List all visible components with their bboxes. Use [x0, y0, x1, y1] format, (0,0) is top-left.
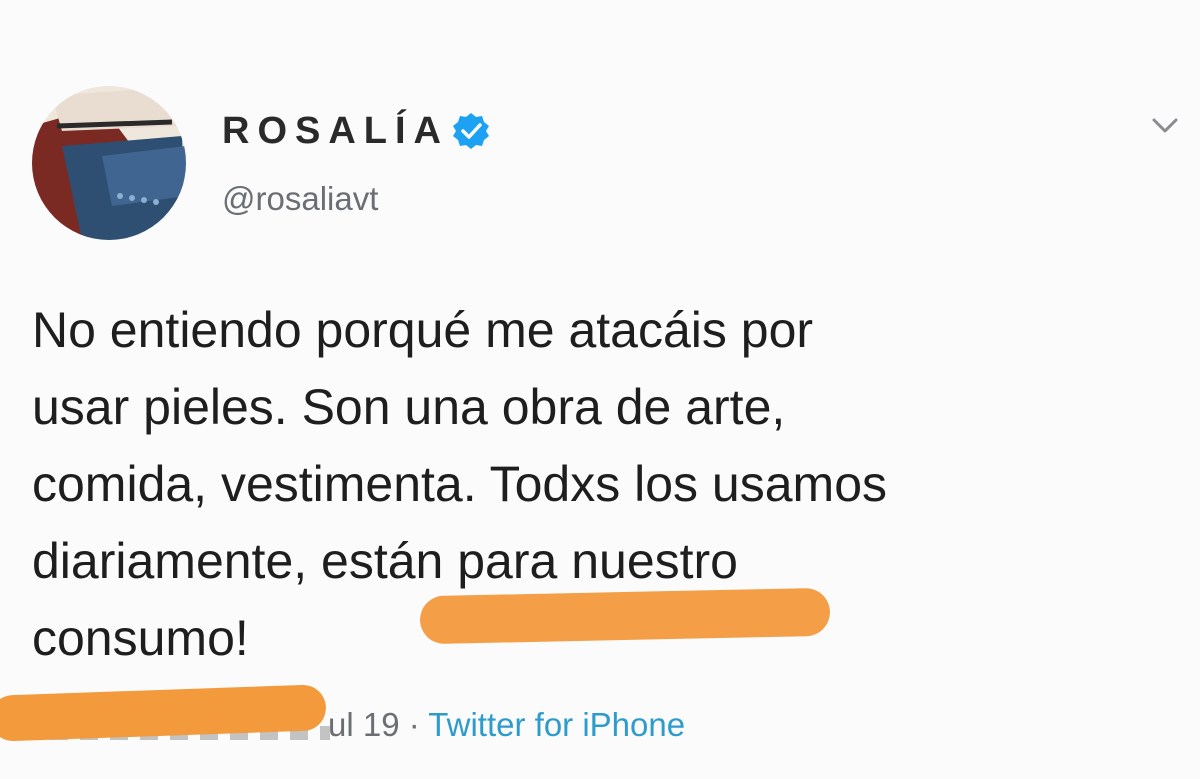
- display-name-row[interactable]: ROSALÍA: [222, 106, 491, 156]
- tweet-text: No entiendo porqué me atacáis por usar p…: [32, 292, 1172, 677]
- verified-badge-icon: [451, 111, 491, 151]
- display-name[interactable]: ROSALÍA: [222, 110, 449, 153]
- tweet-date[interactable]: ul 19: [328, 706, 400, 743]
- tweet-text-line: usar pieles. Son una obra de arte,: [32, 379, 786, 435]
- user-handle[interactable]: @rosaliavt: [222, 180, 378, 218]
- tweet-text-line: consumo!: [32, 610, 249, 666]
- tweet-card: ROSALÍA @rosaliavt No entiendo porqué me…: [0, 0, 1200, 779]
- tweet-text-line: diariamente, están para nuestro: [32, 533, 738, 589]
- tweet-source-link[interactable]: Twitter for iPhone: [428, 706, 685, 743]
- avatar[interactable]: [32, 86, 186, 240]
- tweet-text-line: comida, vestimenta. Todxs los usamos: [32, 456, 888, 512]
- tweet-text-line: No entiendo porqué me atacáis por: [32, 302, 814, 358]
- tweet-meta: ul 19 · Twitter for iPhone: [328, 706, 685, 744]
- meta-separator: ·: [408, 706, 429, 743]
- chevron-down-icon[interactable]: [1148, 112, 1182, 140]
